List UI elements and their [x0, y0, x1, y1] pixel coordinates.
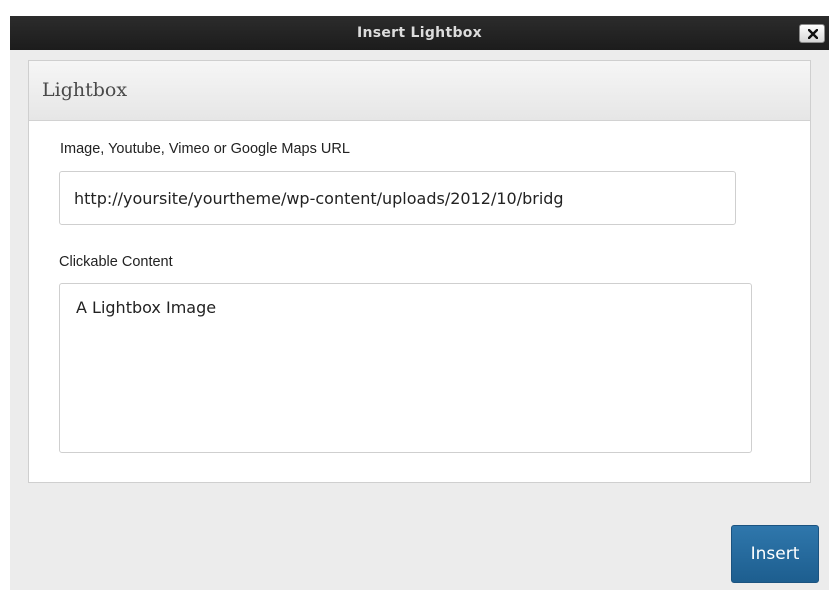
url-field-label: Image, Youtube, Vimeo or Google Maps URL: [60, 141, 350, 157]
clickable-content-textarea[interactable]: A Lightbox Image: [59, 283, 752, 453]
panel-header: Lightbox: [29, 61, 810, 121]
insert-lightbox-dialog: Insert Lightbox Lightbox Image, Youtube,…: [10, 16, 829, 590]
close-button[interactable]: [799, 24, 825, 43]
dialog-titlebar: Insert Lightbox: [10, 16, 829, 50]
close-icon: [808, 29, 818, 39]
clickable-content-label: Clickable Content: [59, 254, 173, 270]
lightbox-panel: Lightbox Image, Youtube, Vimeo or Google…: [28, 60, 811, 483]
url-input[interactable]: [59, 171, 736, 225]
dialog-title: Insert Lightbox: [356, 25, 483, 41]
insert-button[interactable]: Insert: [731, 525, 819, 583]
panel-title: Lightbox: [42, 79, 128, 101]
